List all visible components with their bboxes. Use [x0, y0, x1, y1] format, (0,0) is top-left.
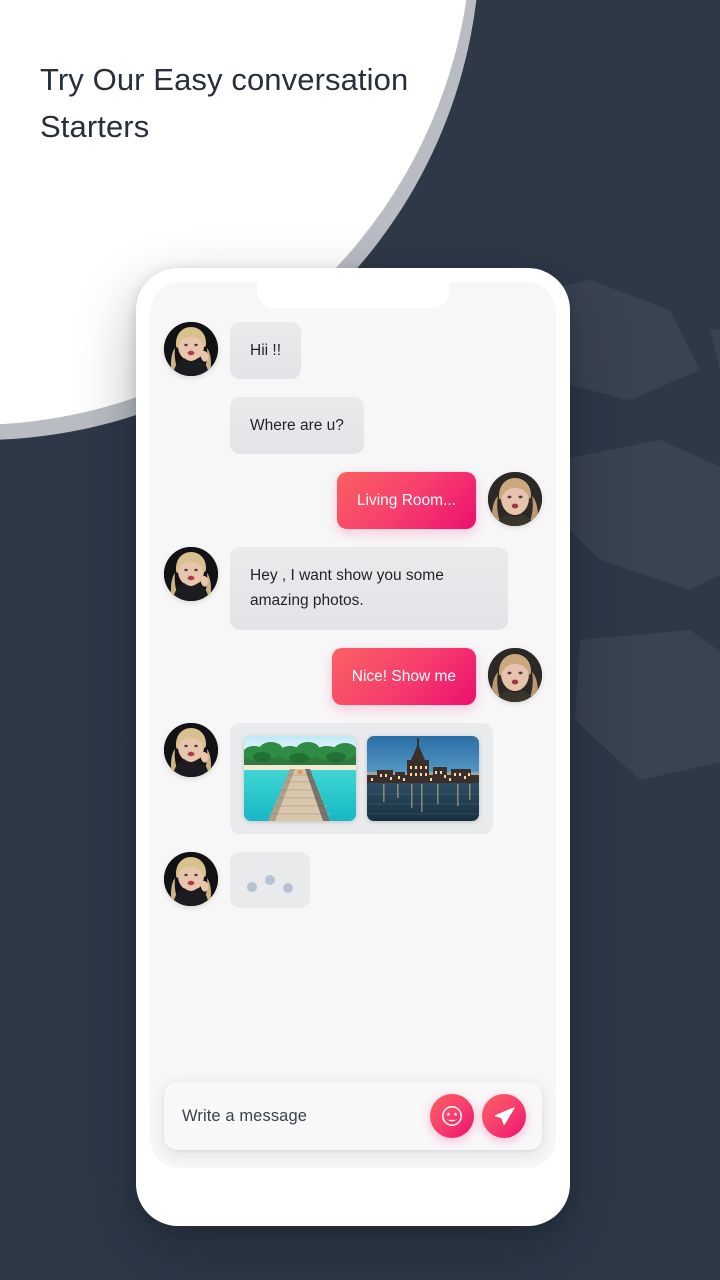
- chat-bubble-photos: [230, 722, 493, 834]
- chat-bubble-incoming[interactable]: Hii !!: [230, 322, 301, 380]
- chat-message-row: [164, 722, 542, 834]
- night-city-river-photo[interactable]: [367, 735, 479, 821]
- typing-indicator: [230, 851, 310, 908]
- send-button[interactable]: [482, 1094, 526, 1138]
- emoji-icon: [442, 1106, 462, 1126]
- avatar-her[interactable]: [164, 547, 218, 602]
- chat-bubble-incoming[interactable]: Where are u?: [230, 397, 364, 455]
- typing-dot-icon: [247, 881, 257, 892]
- avatar-me[interactable]: [488, 647, 542, 702]
- chat-message-row: Where are u?: [230, 397, 542, 455]
- typing-dot-icon: [265, 874, 275, 885]
- page-title: Try Our Easy conversation Starters: [40, 62, 409, 144]
- chat-thread: Hii !! Where are u? Living Room... Hey ,…: [150, 322, 556, 926]
- chat-message-row: Nice! Show me: [164, 647, 542, 705]
- chat-bubble-outgoing[interactable]: Living Room...: [336, 472, 476, 530]
- chat-bubble-outgoing[interactable]: Nice! Show me: [331, 647, 476, 705]
- phone-screen: Hii !! Where are u? Living Room... Hey ,…: [150, 282, 556, 1168]
- message-input-bar: Write a message: [164, 1082, 542, 1150]
- tropical-beach-pier-photo[interactable]: [244, 735, 356, 821]
- avatar-her[interactable]: [164, 851, 218, 906]
- phone-notch: [257, 282, 449, 308]
- send-icon: [494, 1106, 514, 1125]
- chat-message-row: Hii !!: [164, 322, 542, 380]
- chat-bubble-incoming[interactable]: Hey , I want show you some amazing photo…: [230, 547, 508, 630]
- phone-mockup: Hii !! Where are u? Living Room... Hey ,…: [136, 268, 570, 1226]
- chat-message-row: [164, 851, 542, 908]
- chat-message-row: Hey , I want show you some amazing photo…: [164, 547, 542, 630]
- emoji-button[interactable]: [430, 1094, 474, 1138]
- chat-message-row: Living Room...: [164, 472, 542, 530]
- avatar-her[interactable]: [164, 322, 218, 376]
- typing-dot-icon: [283, 882, 293, 893]
- avatar-me[interactable]: [488, 472, 542, 527]
- message-input[interactable]: Write a message: [182, 1107, 422, 1126]
- avatar-her[interactable]: [164, 722, 218, 777]
